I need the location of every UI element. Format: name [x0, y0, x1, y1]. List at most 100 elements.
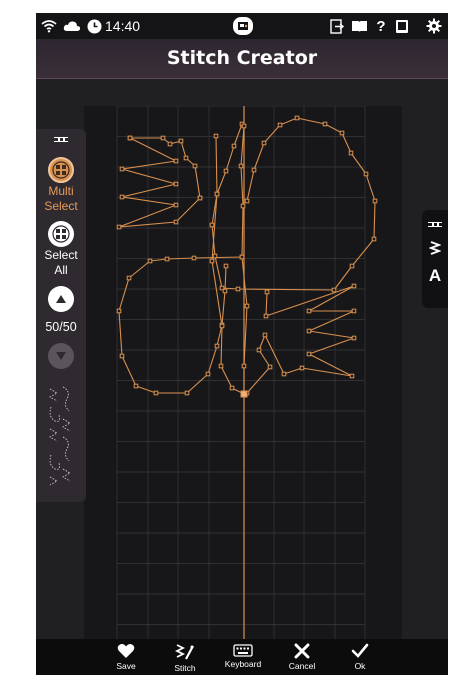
stitch-point[interactable] — [209, 222, 215, 228]
multi-select-icon[interactable] — [48, 157, 74, 183]
stitch-point[interactable] — [223, 263, 229, 269]
stitch-point[interactable] — [351, 283, 357, 289]
stitch-point[interactable] — [239, 254, 245, 260]
cancel-button[interactable]: Cancel — [272, 639, 332, 675]
text-icon[interactable]: A — [422, 266, 448, 286]
stitch-point[interactable] — [351, 308, 357, 314]
arrow-down-icon[interactable] — [48, 343, 74, 369]
stitch-point[interactable] — [119, 353, 125, 359]
stitch-point[interactable] — [263, 313, 269, 319]
stitch-point[interactable] — [167, 141, 173, 147]
stitch-point[interactable] — [127, 135, 133, 141]
stitch-point[interactable] — [192, 163, 198, 169]
stitch-point[interactable] — [209, 258, 215, 264]
stitch-button[interactable]: Stitch — [155, 639, 215, 675]
stitch-point[interactable] — [173, 202, 179, 208]
stitch-point[interactable] — [153, 390, 159, 396]
stitch-point[interactable] — [178, 138, 184, 144]
tablet-icon[interactable] — [393, 17, 411, 35]
stitch-point[interactable] — [205, 371, 211, 377]
stitch-point[interactable] — [116, 308, 122, 314]
stitch-point[interactable] — [119, 166, 125, 172]
stitch-point[interactable] — [348, 150, 354, 156]
stitch-point[interactable] — [256, 347, 262, 353]
exit-icon[interactable] — [328, 17, 346, 35]
stitch-point[interactable] — [331, 287, 337, 293]
select-all-label[interactable]: Select — [36, 248, 86, 263]
arrow-up-icon[interactable] — [48, 286, 74, 312]
gear-icon[interactable] — [424, 17, 444, 35]
stitch-point[interactable] — [219, 323, 225, 329]
stitch-point[interactable] — [244, 198, 250, 204]
stitch-point[interactable] — [363, 171, 369, 177]
stitch-point[interactable] — [229, 385, 235, 391]
panel-handle-icon[interactable] — [54, 137, 68, 142]
current-stitch-point[interactable] — [240, 390, 248, 398]
embroidery-unit-icon[interactable] — [231, 17, 255, 35]
stitch-point[interactable] — [213, 133, 219, 139]
stitch-point[interactable] — [244, 303, 250, 309]
stitch-point[interactable] — [160, 135, 166, 141]
stitch-point[interactable] — [306, 351, 312, 357]
stitch-point[interactable] — [262, 332, 268, 338]
stitch-point[interactable] — [116, 224, 122, 230]
stitch-point[interactable] — [119, 194, 125, 200]
stitch-point[interactable] — [349, 263, 355, 269]
multi-select-label-2[interactable]: Select — [36, 199, 86, 214]
save-button[interactable]: Save — [96, 639, 156, 675]
stitch-point[interactable] — [349, 373, 355, 379]
stitch-point[interactable] — [173, 219, 179, 225]
book-icon[interactable] — [349, 17, 369, 35]
stitch-point[interactable] — [281, 371, 287, 377]
stitch-point[interactable] — [147, 258, 153, 264]
stitch-design[interactable] — [118, 117, 376, 395]
stitch-point[interactable] — [231, 143, 237, 149]
stitch-point[interactable] — [218, 363, 224, 369]
stitch-point[interactable] — [241, 363, 247, 369]
stitch-point[interactable] — [222, 288, 228, 294]
multi-select-label[interactable]: Multi — [36, 184, 86, 199]
stitch-point[interactable] — [191, 255, 197, 261]
stitch-point[interactable] — [212, 253, 218, 259]
stitch-point[interactable] — [197, 195, 203, 201]
stitch-point[interactable] — [183, 155, 189, 161]
stitch-point[interactable] — [251, 167, 257, 173]
stitch-preview-icon[interactable] — [47, 385, 73, 489]
select-all-label-2[interactable]: All — [36, 263, 86, 278]
ok-button[interactable]: Ok — [330, 639, 390, 675]
stitch-point[interactable] — [339, 130, 345, 136]
stitch-point[interactable] — [133, 383, 139, 389]
stitch-point[interactable] — [235, 286, 241, 292]
stitch-point[interactable] — [241, 123, 247, 129]
stitch-point[interactable] — [261, 140, 267, 146]
stitch-point[interactable] — [306, 308, 312, 314]
stitch-point[interactable] — [372, 198, 378, 204]
close-icon — [294, 643, 310, 659]
stitch-point[interactable] — [240, 203, 246, 209]
stitch-point[interactable] — [264, 289, 270, 295]
stitch-point[interactable] — [173, 158, 179, 164]
stitch-point[interactable] — [184, 390, 190, 396]
help-icon[interactable]: ? — [374, 17, 388, 35]
stitch-grid[interactable] — [84, 105, 402, 639]
stitch-point[interactable] — [238, 163, 244, 169]
stitch-point[interactable] — [322, 121, 328, 127]
stitch-point[interactable] — [164, 256, 170, 262]
stitch-point[interactable] — [173, 181, 179, 187]
stitch-point[interactable] — [299, 365, 305, 371]
keyboard-button[interactable]: Keyboard — [213, 639, 273, 675]
zigzag-icon[interactable] — [422, 240, 448, 261]
stitch-point[interactable] — [126, 275, 132, 281]
stitch-point[interactable] — [371, 236, 377, 242]
stitch-point[interactable] — [214, 343, 220, 349]
right-panel-handle-icon[interactable] — [428, 222, 442, 227]
stitch-point[interactable] — [267, 364, 273, 370]
select-all-icon[interactable] — [48, 221, 74, 247]
stitch-canvas[interactable] — [84, 105, 402, 639]
stitch-point[interactable] — [351, 335, 357, 341]
stitch-point[interactable] — [306, 328, 312, 334]
stitch-point[interactable] — [294, 115, 300, 121]
stitch-point[interactable] — [277, 122, 283, 128]
stitch-point[interactable] — [223, 168, 229, 174]
stitch-point[interactable] — [214, 191, 220, 197]
